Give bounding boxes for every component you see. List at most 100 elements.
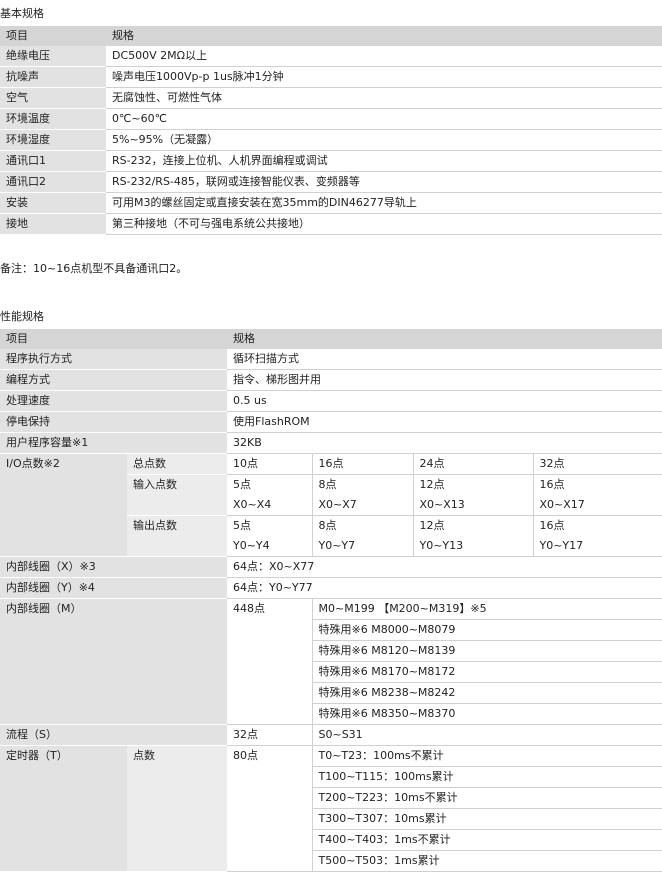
table-row: 空气 无腐蚀性、可燃性气体 xyxy=(0,87,662,109)
row-value: 无腐蚀性、可燃性气体 xyxy=(106,87,662,109)
io-output-label: 输出点数 xyxy=(127,515,227,557)
row-label: 用户程序容量※1 xyxy=(0,432,227,454)
row-value: 指令、梯形图并用 xyxy=(227,369,662,391)
row-label: 处理速度 xyxy=(0,390,227,412)
io-total-row: I/O点数※2 总点数 10点 16点 24点 32点 xyxy=(0,453,662,557)
row-label: 停电保持 xyxy=(0,411,227,433)
row-label: 绝缘电压 xyxy=(0,46,106,67)
io-total-label: 总点数 xyxy=(127,453,227,475)
row-value: 64点：Y0~Y77 xyxy=(227,577,662,599)
io-output-range: Y0~Y13 xyxy=(412,536,533,557)
table-row: 内部线圈（X）※3 64点：X0~X77 xyxy=(0,556,662,578)
row-value: 使用FlashROM xyxy=(227,411,662,433)
coil-m-item: 特殊用※6 M8350~M8370 xyxy=(311,703,662,725)
table-row: 编程方式 指令、梯形图并用 xyxy=(0,369,662,391)
io-output-range: Y0~Y17 xyxy=(532,536,662,557)
io-total-24: 24点 xyxy=(412,453,533,475)
basic-note: 备注：10~16点机型不具备通讯口2。 xyxy=(0,262,188,275)
table-header-row: 项目 规格 xyxy=(0,26,662,46)
timer-count: 80点 xyxy=(227,745,312,872)
io-output-range: Y0~Y7 xyxy=(311,536,413,557)
row-value: 第三种接地（不可与强电系统公共接地） xyxy=(106,213,662,235)
timer-item: T200~T223：10ms不累计 xyxy=(311,787,662,809)
row-label: 接地 xyxy=(0,213,106,235)
io-input-count: 12点 xyxy=(412,474,533,495)
table-row: 程序执行方式 循环扫描方式 xyxy=(0,349,662,370)
table-row: 抗噪声 噪声电压1000Vp-p 1us脉冲1分钟 xyxy=(0,66,662,88)
io-input-label: 输入点数 xyxy=(127,474,227,516)
timer-item: T500~T503：1ms累计 xyxy=(311,850,662,872)
row-label: 程序执行方式 xyxy=(0,349,227,370)
flow-value: S0~S31 xyxy=(311,724,662,746)
coil-m-label: 内部线圈（M） xyxy=(0,598,227,725)
table-row: 停电保持 使用FlashROM xyxy=(0,411,662,433)
timer-sub-label: 点数 xyxy=(127,745,227,872)
row-value: 5%~95%（无凝露） xyxy=(106,129,662,151)
timer-item: T300~T307：10ms累计 xyxy=(311,808,662,830)
coil-m-item: 特殊用※6 M8000~M8079 xyxy=(311,619,662,641)
perf-spec-title: 性能规格 xyxy=(0,310,44,323)
io-output-count: 16点 xyxy=(532,515,662,536)
table-row: 通讯口2 RS-232/RS-485，联网或连接智能仪表、变频器等 xyxy=(0,171,662,193)
header-spec: 规格 xyxy=(106,26,662,46)
table-row: 接地 第三种接地（不可与强电系统公共接地） xyxy=(0,213,662,235)
table-row: 通讯口1 RS-232，连接上位机、人机界面编程或调试 xyxy=(0,150,662,172)
row-label: 编程方式 xyxy=(0,369,227,391)
flow-label: 流程（S） xyxy=(0,724,227,746)
row-label: 空气 xyxy=(0,87,106,109)
table-row: 内部线圈（Y）※4 64点：Y0~Y77 xyxy=(0,577,662,599)
io-label: I/O点数※2 xyxy=(0,453,127,557)
basic-spec-title: 基本规格 xyxy=(0,7,44,20)
table-row: 处理速度 0.5 us xyxy=(0,390,662,412)
io-input-range: X0~X13 xyxy=(412,495,533,516)
coil-m-item: 特殊用※6 M8170~M8172 xyxy=(311,661,662,683)
table-header-row: 项目 规格 xyxy=(0,329,662,349)
row-value: 0.5 us xyxy=(227,390,662,412)
coil-m-item: 特殊用※6 M8120~M8139 xyxy=(311,640,662,662)
io-output-range: Y0~Y4 xyxy=(227,536,312,557)
io-total-16: 16点 xyxy=(311,453,413,475)
table-row: 环境温度 0℃~60℃ xyxy=(0,108,662,130)
io-output-count: 12点 xyxy=(412,515,533,536)
perf-spec-table: 项目 规格 程序执行方式 循环扫描方式 编程方式 指令、梯形图并用 处理速度 0… xyxy=(0,329,662,872)
header-item: 项目 xyxy=(0,329,227,349)
timer-item: T400~T403：1ms不累计 xyxy=(311,829,662,851)
row-label: 内部线圈（Y）※4 xyxy=(0,577,227,599)
table-row: 安装 可用M3的螺丝固定或直接安装在宽35mm的DIN46277导轨上 xyxy=(0,192,662,214)
io-output-count: 8点 xyxy=(311,515,413,536)
row-value: 0℃~60℃ xyxy=(106,108,662,130)
basic-spec-body: 项目 规格 绝缘电压 DC500V 2MΩ以上 抗噪声 噪声电压1000Vp-p 1u… xyxy=(0,26,662,235)
header-spec: 规格 xyxy=(227,329,662,349)
timer-item: T100~T115：100ms累计 xyxy=(311,766,662,788)
table-row: 用户程序容量※1 32KB xyxy=(0,432,662,454)
row-label: 抗噪声 xyxy=(0,66,106,88)
row-label: 通讯口2 xyxy=(0,171,106,193)
coil-m-row: 内部线圈（M） 448点 M0~M199 【M200~M319】※5 xyxy=(0,598,662,725)
row-value: RS-232，连接上位机、人机界面编程或调试 xyxy=(106,150,662,172)
row-value: 循环扫描方式 xyxy=(227,349,662,370)
row-label: 内部线圈（X）※3 xyxy=(0,556,227,578)
row-value: 64点：X0~X77 xyxy=(227,556,662,578)
row-label: 安装 xyxy=(0,192,106,214)
table-row: 环境湿度 5%~95%（无凝露） xyxy=(0,129,662,151)
basic-spec-table: 项目 规格 绝缘电压 DC500V 2MΩ以上 抗噪声 噪声电压1000Vp-p 1u… xyxy=(0,26,662,235)
io-total-10: 10点 xyxy=(227,453,312,475)
row-label: 通讯口1 xyxy=(0,150,106,172)
timer-item: T0~T23：100ms不累计 xyxy=(311,745,662,767)
io-input-range: X0~X17 xyxy=(532,495,662,516)
row-value: 32KB xyxy=(227,432,662,454)
row-value: 噪声电压1000Vp-p 1us脉冲1分钟 xyxy=(106,66,662,88)
row-label: 环境温度 xyxy=(0,108,106,130)
header-item: 项目 xyxy=(0,26,106,46)
flow-count: 32点 xyxy=(227,724,312,746)
io-input-range: X0~X4 xyxy=(227,495,312,516)
flow-row: 流程（S） 32点 S0~S31 xyxy=(0,724,662,746)
timer-label: 定时器（T） xyxy=(0,745,127,872)
io-total-32: 32点 xyxy=(532,453,662,475)
io-input-count: 16点 xyxy=(532,474,662,495)
table-row: 绝缘电压 DC500V 2MΩ以上 xyxy=(0,46,662,67)
coil-m-count: 448点 xyxy=(227,598,312,725)
io-input-count: 8点 xyxy=(311,474,413,495)
io-input-count: 5点 xyxy=(233,478,251,491)
row-value: DC500V 2MΩ以上 xyxy=(106,46,662,67)
